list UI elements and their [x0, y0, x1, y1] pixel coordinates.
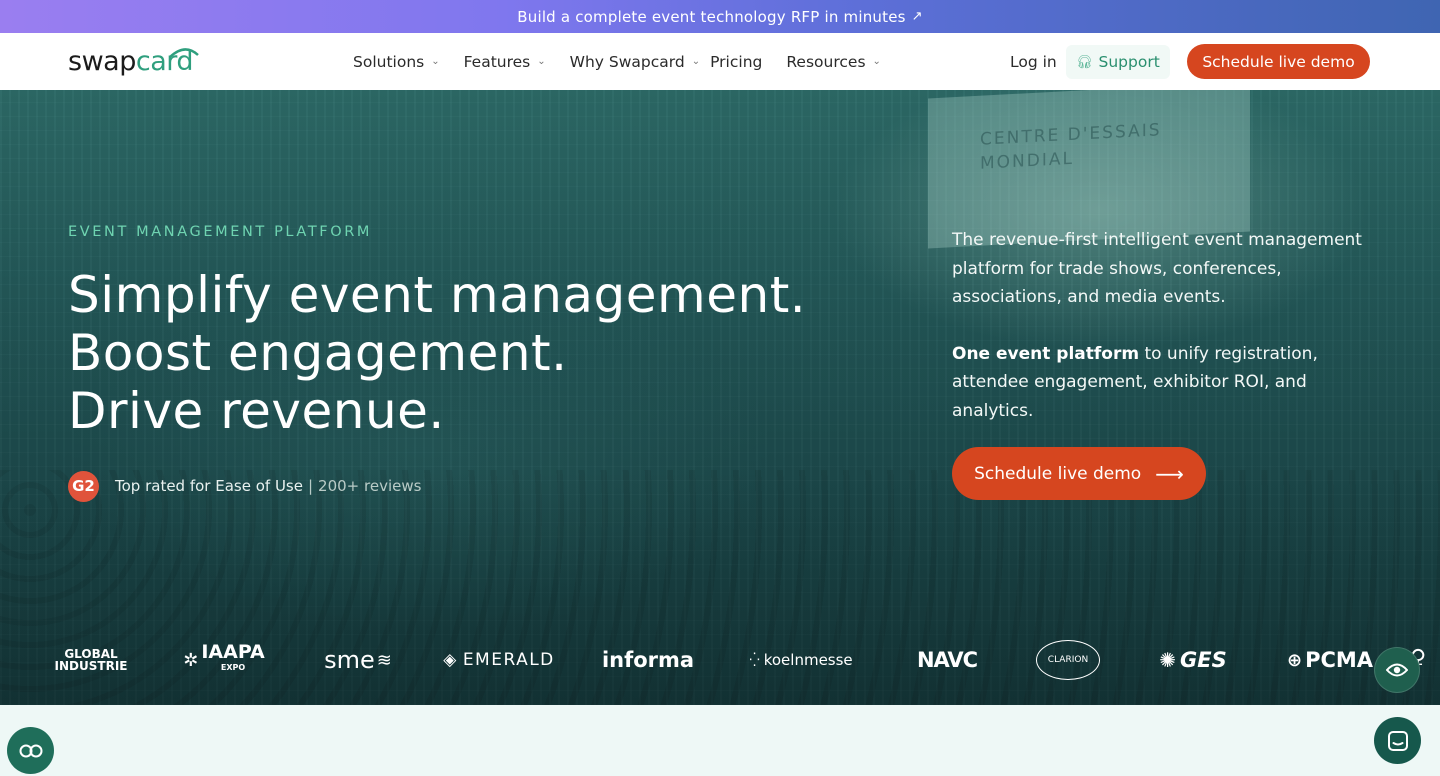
login-link[interactable]: Log in	[1010, 33, 1057, 90]
logo-iaapa: ✲ IAAPA EXPO	[183, 641, 265, 673]
logo-clarion: CLARION	[1036, 640, 1100, 680]
logo-ges: ✺ GES	[1159, 648, 1227, 672]
logo-koelnmesse: ⁛ koelnmesse	[749, 651, 853, 669]
koelnmesse-dots-icon: ⁛	[749, 652, 760, 668]
eye-icon[interactable]	[1374, 647, 1420, 693]
logo-sme: sme ≋	[324, 646, 392, 674]
headline-line-1: Simplify event management.	[68, 266, 807, 324]
hero-eyebrow: EVENT MANAGEMENT PLATFORM	[68, 224, 373, 240]
hero-schedule-demo-button[interactable]: Schedule live demo ⟶	[952, 447, 1206, 500]
cookie-settings-icon[interactable]	[7, 727, 54, 774]
chat-icon[interactable]	[1374, 717, 1421, 764]
logo-pcma: ⊕ PCMA	[1286, 648, 1374, 672]
background-sign: CENTRE D'ESSAIS MONDIAL	[928, 90, 1250, 249]
hero-section: CENTRE D'ESSAIS MONDIAL EVENT MANAGEMENT…	[0, 90, 1440, 705]
logo-emerald: ◈ EMERALD	[443, 650, 555, 670]
next-section	[0, 705, 1440, 776]
hero-description-2: One event platform to unify registration…	[952, 343, 1318, 421]
logo-navc: NAVC	[916, 648, 978, 672]
hero-description-1: The revenue-first intelligent event mana…	[952, 230, 1362, 307]
nav-item-features[interactable]: Features ⌄	[464, 53, 546, 71]
iaapa-emblem-icon: ✲	[183, 649, 199, 671]
pcma-globe-icon: ⊕	[1286, 649, 1303, 671]
nav-item-why-swapcard[interactable]: Why Swapcard ⌄	[570, 53, 700, 71]
rating-separator: |	[307, 477, 314, 495]
logo-text-part1: swap	[68, 45, 136, 77]
announcement-bar[interactable]: Build a complete event technology RFP in…	[0, 0, 1440, 33]
site-header: swapcard Solutions ⌄ Features ⌄ Why Swap…	[0, 33, 1440, 90]
nav-item-pricing[interactable]: Pricing	[710, 53, 762, 71]
chevron-down-icon: ⌄	[691, 56, 701, 67]
chevron-down-icon: ⌄	[431, 56, 440, 67]
rating-row: G2 Top rated for Ease of Use | 200+ revi…	[68, 470, 421, 502]
announcement-text: Build a complete event technology RFP in…	[517, 7, 906, 26]
sme-swoosh-icon: ≋	[376, 649, 392, 671]
logo-arc-icon	[169, 48, 199, 58]
emerald-gem-icon: ◈	[443, 650, 458, 670]
headset-icon: 🎧︎	[1076, 54, 1093, 70]
hero-description: The revenue-first intelligent event mana…	[952, 226, 1382, 425]
chevron-down-icon: ⌄	[537, 56, 546, 67]
schedule-demo-button[interactable]: Schedule live demo	[1187, 44, 1370, 79]
arrow-right-icon: ⟶	[1155, 461, 1184, 486]
hero-headline: Simplify event management. Boost engagem…	[68, 266, 868, 440]
logo-informa: informa	[601, 648, 695, 672]
support-link[interactable]: 🎧︎ Support	[1066, 45, 1170, 79]
headline-line-3: Drive revenue.	[68, 382, 445, 440]
logo-global-industrie: GLOBAL INDUSTRIE	[54, 647, 128, 673]
external-arrow-icon: ↗	[911, 9, 923, 24]
main-nav: Solutions ⌄ Features ⌄ Why Swapcard ⌄ Pr…	[353, 33, 905, 90]
g2-badge-icon: G2	[68, 470, 99, 502]
rating-text: Top rated for Ease of Use	[115, 477, 303, 495]
nav-item-resources[interactable]: Resources ⌄	[786, 53, 881, 71]
ges-globe-icon: ✺	[1159, 648, 1177, 672]
customer-logos: GLOBAL INDUSTRIE ✲ IAAPA EXPO sme ≋ ◈ EM…	[0, 630, 1440, 690]
swapcard-logo[interactable]: swapcard	[68, 43, 199, 79]
headline-line-2: Boost engagement.	[68, 324, 568, 382]
rating-reviews: 200+ reviews	[318, 477, 422, 495]
chevron-down-icon: ⌄	[872, 56, 881, 67]
nav-item-solutions[interactable]: Solutions ⌄	[353, 53, 440, 71]
